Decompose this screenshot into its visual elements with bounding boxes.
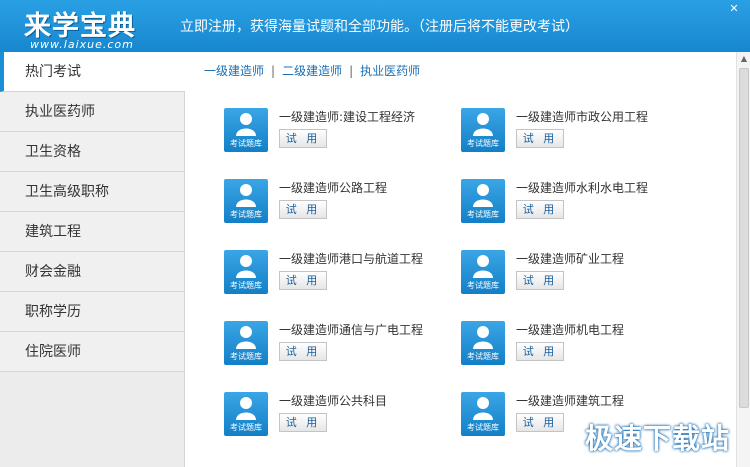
try-button[interactable]: 试 用 <box>516 271 564 290</box>
window-controls: ✕ <box>726 2 742 16</box>
exam-card: 考试题库 一级建造师矿业工程试 用 <box>461 250 681 300</box>
exam-thumbnail[interactable]: 考试题库 <box>461 250 505 294</box>
user-icon <box>473 113 493 136</box>
close-icon[interactable]: ✕ <box>726 2 742 16</box>
sidebar-item[interactable]: 热门考试 <box>0 52 185 92</box>
exam-title: 一级建造师机电工程 <box>516 323 625 337</box>
exam-card: 考试题库 一级建造师港口与航道工程试 用 <box>224 250 444 300</box>
try-button[interactable]: 试 用 <box>279 413 327 432</box>
exam-thumbnail[interactable]: 考试题库 <box>224 392 268 436</box>
try-button[interactable]: 试 用 <box>516 200 564 219</box>
app-header: 来学宝典 www.laixue.com 立即注册，获得海量试题和全部功能。（注册… <box>0 0 750 52</box>
category-link[interactable]: 二级建造师 <box>282 64 342 78</box>
register-notice[interactable]: 立即注册，获得海量试题和全部功能。（注册后将不能更改考试） <box>180 16 579 36</box>
sidebar-item[interactable]: 卫生资格 <box>0 132 184 172</box>
exam-thumbnail[interactable]: 考试题库 <box>224 250 268 294</box>
exam-title: 一级建造师矿业工程 <box>516 252 625 266</box>
exam-card: 考试题库 一级建造师机电工程试 用 <box>461 321 681 371</box>
try-button[interactable]: 试 用 <box>516 342 564 361</box>
exam-title: 一级建造师通信与广电工程 <box>279 323 424 337</box>
category-separator: | <box>349 64 354 78</box>
exam-thumbnail[interactable]: 考试题库 <box>461 108 505 152</box>
sidebar-item[interactable]: 执业医药师 <box>0 92 184 132</box>
thumb-label: 考试题库 <box>467 352 499 361</box>
thumb-label: 考试题库 <box>230 210 262 219</box>
try-button[interactable]: 试 用 <box>516 129 564 148</box>
category-link[interactable]: 执业医药师 <box>360 64 420 78</box>
thumb-label: 考试题库 <box>230 139 262 148</box>
thumb-label: 考试题库 <box>230 281 262 290</box>
watermark: 极速下载站 <box>584 422 730 455</box>
exam-title: 一级建造师市政公用工程 <box>516 110 649 124</box>
scroll-up-icon[interactable]: ▲ <box>737 52 750 66</box>
exam-title: 一级建造师建筑工程 <box>516 394 625 408</box>
exam-title: 一级建造师港口与航道工程 <box>279 252 424 266</box>
exam-card: 考试题库 一级建造师:建设工程经济试 用 <box>224 108 444 158</box>
user-icon <box>473 326 493 349</box>
category-link[interactable]: 一级建造师 <box>204 64 264 78</box>
exam-thumbnail[interactable]: 考试题库 <box>461 392 505 436</box>
thumb-label: 考试题库 <box>230 423 262 432</box>
try-button[interactable]: 试 用 <box>516 413 564 432</box>
try-button[interactable]: 试 用 <box>279 342 327 361</box>
sidebar-item[interactable]: 财会金融 <box>0 252 184 292</box>
user-icon <box>473 184 493 207</box>
sidebar: 热门考试 执业医药师 卫生资格 卫生高级职称 建筑工程 财会金融 职称学历 住院医师 <box>0 52 185 467</box>
exam-title: 一级建造师公共科目 <box>279 394 388 408</box>
app-logo: 来学宝典 www.laixue.com <box>20 4 165 51</box>
exam-title: 一级建造师:建设工程经济 <box>279 110 416 124</box>
exam-thumbnail[interactable]: 考试题库 <box>224 321 268 365</box>
exam-card: 考试题库 一级建造师市政公用工程试 用 <box>461 108 681 158</box>
exam-card: 考试题库 一级建造师公共科目试 用 <box>224 392 444 442</box>
thumb-label: 考试题库 <box>467 281 499 290</box>
exam-card: 考试题库 一级建造师公路工程试 用 <box>224 179 444 229</box>
user-icon <box>236 113 256 136</box>
sidebar-item[interactable]: 建筑工程 <box>0 212 184 252</box>
thumb-label: 考试题库 <box>467 210 499 219</box>
category-separator: | <box>271 64 276 78</box>
category-links: 一级建造师 | 二级建造师 | 执业医药师 <box>204 62 420 79</box>
user-icon <box>236 184 256 207</box>
exam-card: 考试题库 一级建造师通信与广电工程试 用 <box>224 321 444 371</box>
try-button[interactable]: 试 用 <box>279 200 327 219</box>
user-icon <box>236 326 256 349</box>
thumb-label: 考试题库 <box>467 139 499 148</box>
sidebar-item[interactable]: 住院医师 <box>0 332 184 372</box>
try-button[interactable]: 试 用 <box>279 271 327 290</box>
sidebar-item[interactable]: 职称学历 <box>0 292 184 332</box>
exam-title: 一级建造师水利水电工程 <box>516 181 649 195</box>
try-button[interactable]: 试 用 <box>279 129 327 148</box>
user-icon <box>473 255 493 278</box>
exam-card: 考试题库 一级建造师水利水电工程试 用 <box>461 179 681 229</box>
exam-thumbnail[interactable]: 考试题库 <box>224 108 268 152</box>
exam-thumbnail[interactable]: 考试题库 <box>461 179 505 223</box>
exam-thumbnail[interactable]: 考试题库 <box>461 321 505 365</box>
exam-title: 一级建造师公路工程 <box>279 181 388 195</box>
user-icon <box>236 255 256 278</box>
logo-url: www.laixue.com <box>30 38 134 51</box>
sidebar-item[interactable]: 卫生高级职称 <box>0 172 184 212</box>
vertical-scrollbar[interactable]: ▲ <box>736 52 750 467</box>
main-content: 一级建造师 | 二级建造师 | 执业医药师 考试题库 一级建造师:建设工程经济试 用考试题… <box>186 52 736 467</box>
user-icon <box>236 397 256 420</box>
thumb-label: 考试题库 <box>230 352 262 361</box>
thumb-label: 考试题库 <box>467 423 499 432</box>
exam-thumbnail[interactable]: 考试题库 <box>224 179 268 223</box>
scroll-thumb[interactable] <box>739 68 749 408</box>
user-icon <box>473 397 493 420</box>
